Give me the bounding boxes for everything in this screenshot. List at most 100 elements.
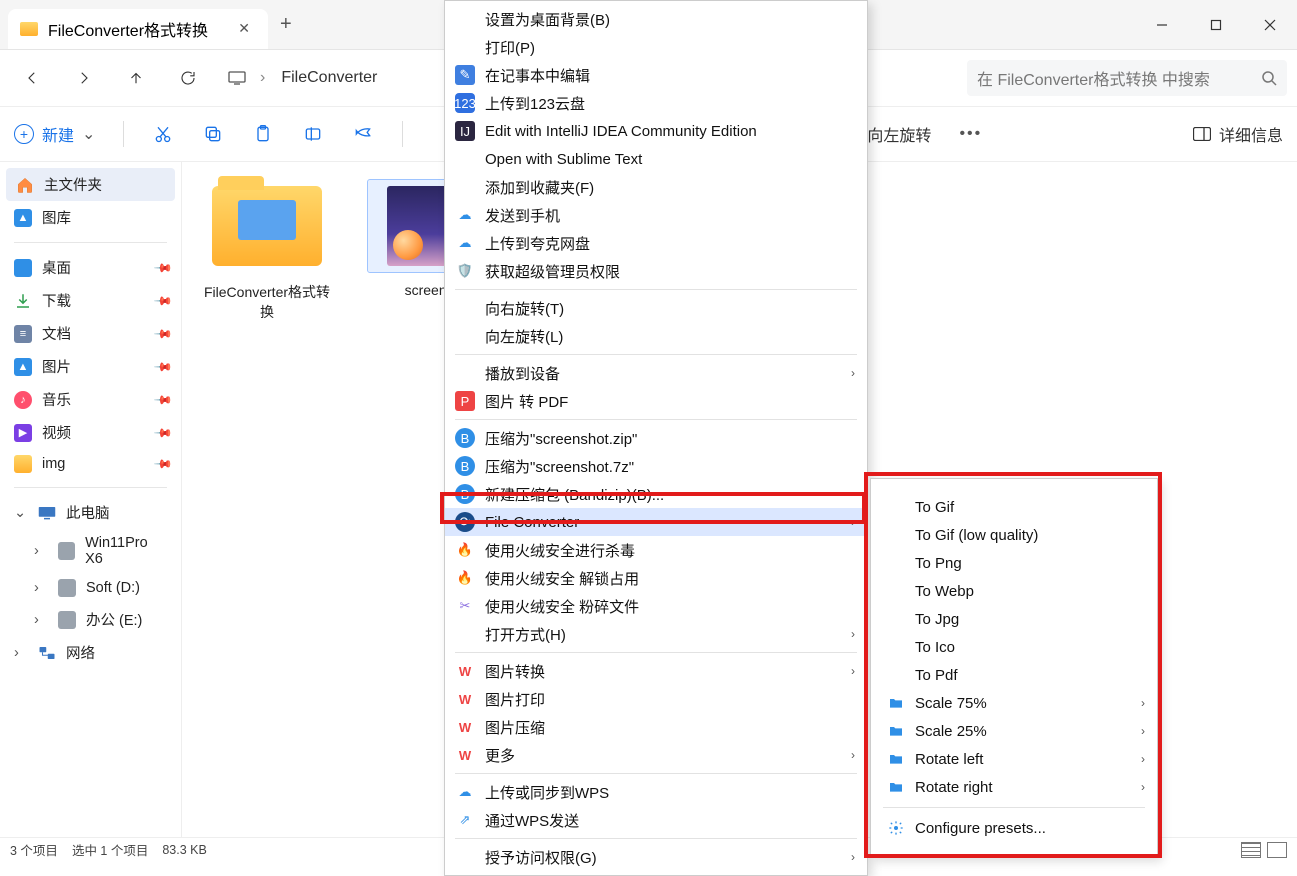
file-converter-icon: ⟳ [455, 512, 475, 532]
monitor-icon [228, 71, 246, 85]
chevron-right-icon[interactable]: › [34, 543, 48, 559]
sidebar-label: Soft (D:) [86, 580, 140, 596]
sub-rotate-right[interactable]: Rotate right› [871, 773, 1157, 801]
sidebar-item-drive-d[interactable]: › Soft (D:) [0, 573, 181, 603]
sidebar-item-videos[interactable]: ▶ 视频 📌 [0, 416, 181, 449]
tab-active[interactable]: FileConverter格式转换 ✕ [8, 9, 268, 49]
ctx-upload-123[interactable]: 123上传到123云盘 [445, 89, 867, 117]
sidebar-item-music[interactable]: ♪ 音乐 📌 [0, 383, 181, 416]
ctx-wps-upload-sync[interactable]: ☁上传或同步到WPS [445, 778, 867, 806]
chevron-right-icon[interactable]: › [34, 580, 48, 596]
ctx-wps-img-print[interactable]: W图片打印 [445, 685, 867, 713]
desktop-icon [14, 259, 32, 277]
ctx-huorong-shred[interactable]: ✂使用火绒安全 粉碎文件 [445, 592, 867, 620]
search-input[interactable]: 在 FileConverter格式转换 中搜索 [967, 60, 1287, 96]
context-menu: 设置为桌面背景(B) 打印(P) ✎在记事本中编辑 123上传到123云盘 IJ… [444, 0, 868, 876]
nav-back-button[interactable] [10, 60, 54, 96]
new-button[interactable]: + 新建 ⌄ [14, 122, 95, 146]
ctx-play-to-device[interactable]: 播放到设备› [445, 359, 867, 387]
gallery-icon: ▲ [14, 209, 32, 227]
sub-to-png[interactable]: To Png [871, 549, 1157, 577]
nav-refresh-button[interactable] [166, 60, 210, 96]
breadcrumb-seg[interactable]: FileConverter [281, 69, 377, 87]
sidebar-item-home[interactable]: 主文件夹 [6, 168, 175, 201]
minimize-button[interactable] [1135, 0, 1189, 50]
ctx-open-with[interactable]: 打开方式(H)› [445, 620, 867, 648]
sub-scale-25[interactable]: Scale 25%› [871, 717, 1157, 745]
ctx-rotate-left[interactable]: 向左旋转(L) [445, 322, 867, 350]
sub-to-webp[interactable]: To Webp [871, 577, 1157, 605]
details-pane-button[interactable]: 详细信息 [1193, 122, 1283, 146]
sidebar-item-this-pc[interactable]: ⌄ 此电脑 [0, 496, 181, 529]
ctx-rotate-right[interactable]: 向右旋转(T) [445, 294, 867, 322]
close-window-button[interactable] [1243, 0, 1297, 50]
view-grid-button[interactable] [1267, 842, 1287, 858]
sub-to-gif[interactable]: To Gif [871, 493, 1157, 521]
folder-icon [14, 455, 32, 473]
ctx-send-phone[interactable]: ☁发送到手机 [445, 201, 867, 229]
sidebar-label: Win11Pro X6 [85, 535, 167, 567]
ctx-new-archive[interactable]: B新建压缩包 (Bandizip)(B)... [445, 480, 867, 508]
file-converter-submenu: To Gif To Gif (low quality) To Png To We… [870, 478, 1158, 857]
sidebar-item-drive-e[interactable]: › 办公 (E:) [0, 603, 181, 636]
huorong-shred-icon: ✂ [455, 596, 475, 616]
ctx-wps-more[interactable]: W更多› [445, 741, 867, 769]
chevron-right-icon[interactable]: › [14, 645, 28, 661]
sub-to-ico[interactable]: To Ico [871, 633, 1157, 661]
details-icon [1193, 127, 1211, 141]
ctx-add-favorites[interactable]: 添加到收藏夹(F) [445, 173, 867, 201]
ctx-wps-img-convert[interactable]: W图片转换› [445, 657, 867, 685]
ctx-print[interactable]: 打印(P) [445, 33, 867, 61]
nav-forward-button[interactable] [62, 60, 106, 96]
sidebar-item-pictures[interactable]: ▲ 图片 📌 [0, 350, 181, 383]
sidebar-item-drive-c[interactable]: › Win11Pro X6 [0, 529, 181, 573]
ctx-edit-intellij[interactable]: IJEdit with IntelliJ IDEA Community Edit… [445, 117, 867, 145]
cut-button[interactable] [152, 123, 174, 145]
ctx-wps-img-compress[interactable]: W图片压缩 [445, 713, 867, 741]
chevron-right-icon: › [1141, 696, 1145, 710]
separator [402, 121, 403, 147]
sub-configure-presets[interactable]: Configure presets... [871, 814, 1157, 842]
sidebar-item-desktop[interactable]: 桌面 📌 [0, 251, 181, 284]
ctx-notepad-edit[interactable]: ✎在记事本中编辑 [445, 61, 867, 89]
ctx-open-sublime[interactable]: Open with Sublime Text [445, 145, 867, 173]
rename-button[interactable] [302, 123, 324, 145]
sidebar-item-documents[interactable]: ≡ 文档 📌 [0, 317, 181, 350]
new-tab-button[interactable]: + [268, 13, 304, 36]
sidebar-label: 此电脑 [66, 502, 110, 523]
copy-button[interactable] [202, 123, 224, 145]
maximize-button[interactable] [1189, 0, 1243, 50]
sidebar-item-img-folder[interactable]: img 📌 [0, 449, 181, 479]
chevron-right-icon[interactable]: › [34, 612, 48, 628]
ctx-wps-send[interactable]: ⇗通过WPS发送 [445, 806, 867, 834]
sub-scale-75[interactable]: Scale 75%› [871, 689, 1157, 717]
send-icon: ⇗ [455, 810, 475, 830]
file-item-folder[interactable]: FileConverter格式转换 [202, 180, 332, 322]
ctx-huorong-scan[interactable]: 🔥使用火绒安全进行杀毒 [445, 536, 867, 564]
nav-up-button[interactable] [114, 60, 158, 96]
sub-to-pdf[interactable]: To Pdf [871, 661, 1157, 689]
sidebar-item-gallery[interactable]: ▲ 图库 [0, 201, 181, 234]
chevron-right-icon: › [1141, 724, 1145, 738]
view-list-button[interactable] [1241, 842, 1261, 858]
more-button[interactable]: ••• [959, 125, 982, 143]
ctx-upload-quark[interactable]: ☁上传到夸克网盘 [445, 229, 867, 257]
ctx-admin-rights[interactable]: 🛡️获取超级管理员权限 [445, 257, 867, 285]
ctx-file-converter[interactable]: ⟳File Converter› [445, 508, 867, 536]
tab-close-button[interactable]: ✕ [232, 18, 256, 39]
ctx-image-to-pdf[interactable]: P图片 转 PDF [445, 387, 867, 415]
sub-rotate-left[interactable]: Rotate left› [871, 745, 1157, 773]
ctx-label: 上传或同步到WPS [485, 782, 609, 803]
chevron-down-icon[interactable]: ⌄ [14, 505, 28, 521]
share-button[interactable] [352, 123, 374, 145]
ctx-set-wallpaper[interactable]: 设置为桌面背景(B) [445, 5, 867, 33]
sidebar-item-network[interactable]: › 网络 [0, 636, 181, 669]
ctx-compress-7z[interactable]: B压缩为"screenshot.7z" [445, 452, 867, 480]
sub-to-gif-low[interactable]: To Gif (low quality) [871, 521, 1157, 549]
ctx-grant-access[interactable]: 授予访问权限(G)› [445, 843, 867, 871]
sub-to-jpg[interactable]: To Jpg [871, 605, 1157, 633]
ctx-huorong-unlock[interactable]: 🔥使用火绒安全 解锁占用 [445, 564, 867, 592]
ctx-compress-zip[interactable]: B压缩为"screenshot.zip" [445, 424, 867, 452]
paste-button[interactable] [252, 123, 274, 145]
sidebar-item-downloads[interactable]: 下载 📌 [0, 284, 181, 317]
